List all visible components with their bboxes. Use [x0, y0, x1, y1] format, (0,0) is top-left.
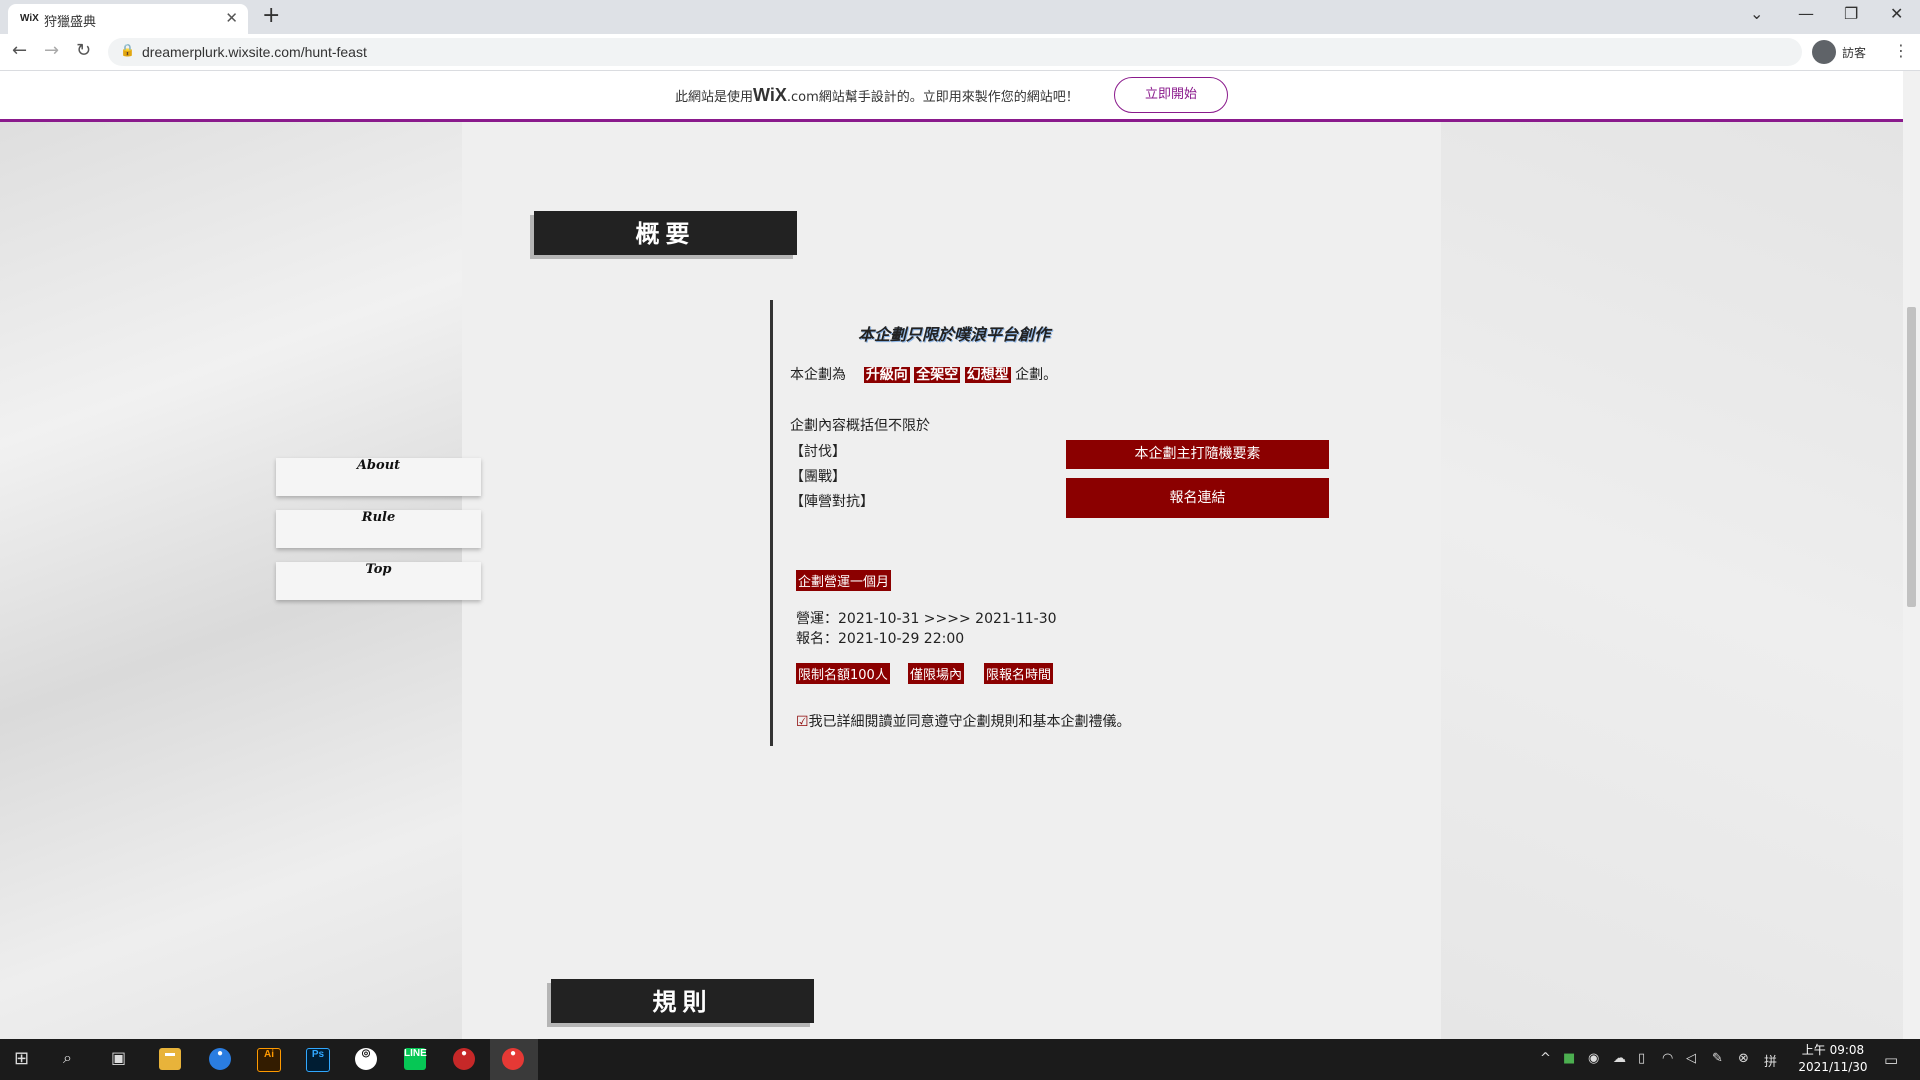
wix-brand-suffix: .com [786, 90, 819, 105]
platform-notice: 本企劃只限於噗浪平台創作 [858, 325, 1051, 344]
wix-text-suffix: 網站幫手設計的。立即用來製作您的網站吧！ [818, 90, 1079, 105]
lock-icon: 🔒 [120, 43, 135, 57]
scrollbar-thumb[interactable] [1907, 307, 1916, 607]
wifi-icon[interactable]: ◠ [1662, 1051, 1673, 1066]
clock-date: 2021/11/30 [1798, 1060, 1868, 1074]
tab-bar: WiX 狩獵盛典 ✕ + ⌄ — ❐ ✕ [0, 0, 1920, 34]
tab-search-icon[interactable]: ⌄ [1750, 4, 1763, 23]
browser-tab[interactable]: WiX 狩獵盛典 ✕ [8, 4, 248, 34]
intro-line: 本企劃為 升級向 全架空 幻想型 企劃。 [790, 364, 1057, 384]
wix-banner: 此網站是使用WiX.com網站幫手設計的。立即用來製作您的網站吧！ 立即開始 [0, 71, 1903, 122]
nav-about-button[interactable]: About [276, 458, 481, 496]
intro-tag: 升級向 [863, 367, 910, 383]
chrome-active-icon[interactable]: ● [502, 1048, 524, 1070]
ime-icon[interactable]: 拼 [1764, 1051, 1777, 1070]
reload-icon[interactable]: ↻ [76, 40, 91, 61]
file-explorer-icon[interactable]: ▬ [159, 1048, 181, 1070]
content-item: 【討伐】 [790, 444, 846, 460]
illustrator-icon[interactable]: Ai [257, 1048, 281, 1072]
close-window-icon[interactable]: ✕ [1890, 4, 1903, 23]
registration-time: 報名：2021-10-29 22:00 [796, 631, 965, 647]
close-tray-icon[interactable]: ⊗ [1738, 1051, 1749, 1066]
agreement-line: ☑我已詳細閱讀並同意遵守企劃規則和基本企劃禮儀。 [796, 711, 1131, 731]
profile-avatar[interactable] [1812, 40, 1836, 64]
address-bar[interactable]: 🔒 dreamerplurk.wixsite.com/hunt-feast [108, 38, 1802, 66]
forward-icon[interactable]: → [44, 40, 59, 61]
intro-tag: 全架空 [914, 367, 961, 383]
wix-start-button[interactable]: 立即開始 [1114, 77, 1228, 113]
agreement-text: 我已詳細閱讀並同意遵守企劃規則和基本企劃禮儀。 [808, 714, 1131, 730]
profile-name[interactable]: 訪客 [1842, 44, 1866, 61]
onedrive-icon[interactable]: ☁ [1613, 1051, 1626, 1066]
browser-toolbar: ← → ↻ 🔒 dreamerplurk.wixsite.com/hunt-fe… [0, 34, 1920, 71]
nav-rule-button[interactable]: Rule [276, 510, 481, 548]
overview-heading: 概要 [534, 211, 797, 255]
pen-icon[interactable]: ✎ [1712, 1051, 1723, 1066]
limit-tag: 限報名時間 [984, 663, 1054, 684]
new-tab-icon[interactable]: + [262, 3, 280, 28]
duration-tag: 企劃營運一個月 [796, 570, 892, 591]
signup-link-button[interactable]: 報名連結 [1066, 478, 1329, 518]
random-element-button[interactable]: 本企劃主打隨機要素 [1066, 440, 1329, 469]
task-view-icon[interactable]: ▣ [111, 1048, 126, 1067]
back-icon[interactable]: ← [12, 40, 27, 61]
content-item: 【團戰】 [790, 469, 846, 485]
content-divider [770, 300, 773, 746]
battery-icon[interactable]: ▯ [1638, 1051, 1645, 1066]
windows-start-icon[interactable]: ⊞ [14, 1048, 29, 1069]
content-column [462, 119, 1441, 1039]
intro-prefix: 本企劃為 [790, 367, 846, 383]
chrome-icon[interactable]: ● [453, 1048, 475, 1070]
nav-top-button[interactable]: Top [276, 562, 481, 600]
wix-favicon-icon: WiX [20, 13, 39, 24]
wix-text-prefix: 此網站是使用 [675, 90, 754, 105]
system-clock[interactable]: 上午 09:08 2021/11/30 [1790, 1042, 1876, 1076]
chrome-profile-icon[interactable]: ● [209, 1048, 231, 1070]
content-item: 【陣營對抗】 [790, 494, 874, 510]
minimize-icon[interactable]: — [1798, 4, 1814, 23]
marble-background-right [1441, 119, 1903, 1039]
intro-suffix: 企劃。 [1015, 367, 1058, 383]
line-icon[interactable]: LINE [404, 1048, 427, 1070]
tab-title: 狩獵盛典 [44, 15, 97, 30]
discord-tray-icon[interactable]: ◉ [1588, 1051, 1599, 1066]
wix-banner-text: 此網站是使用WiX.com網站幫手設計的。立即用來製作您的網站吧！ [675, 85, 1079, 106]
volume-icon[interactable]: ◁ [1686, 1051, 1696, 1066]
rules-heading: 規則 [551, 979, 814, 1023]
menu-icon[interactable]: ⋮ [1893, 41, 1909, 60]
restore-icon[interactable]: ❐ [1844, 4, 1858, 23]
app-icon[interactable]: ◎ [355, 1048, 377, 1070]
checkbox-icon[interactable]: ☑ [796, 714, 809, 730]
page-viewport: 此網站是使用WiX.com網站幫手設計的。立即用來製作您的網站吧！ 立即開始 概… [0, 71, 1903, 1039]
clock-time: 上午 09:08 [1801, 1043, 1865, 1057]
notification-icon[interactable]: ▭ [1884, 1051, 1898, 1069]
tab-close-icon[interactable]: ✕ [225, 9, 238, 27]
photoshop-icon[interactable]: Ps [306, 1048, 330, 1072]
operation-period: 營運：2021-10-31 >>>> 2021-11-30 [796, 611, 1057, 627]
content-heading: 企劃內容概括但不限於 [790, 418, 930, 434]
tray-chevron-icon[interactable]: ^ [1540, 1051, 1551, 1066]
line-tray-icon[interactable]: ■ [1563, 1051, 1575, 1066]
limit-tag: 限制名額100人 [796, 663, 890, 684]
limit-tag: 僅限場內 [908, 663, 965, 684]
page-scrollbar[interactable] [1903, 71, 1920, 1039]
windows-taskbar: ⊞ ⌕ ▣ ▬ ● Ai Ps ◎ LINE ● ● ^ ■ ◉ ☁ ▯ ◠ ◁… [0, 1039, 1920, 1080]
wix-logo: WiX [753, 85, 787, 105]
intro-tag: 幻想型 [964, 367, 1011, 383]
search-icon[interactable]: ⌕ [63, 1048, 72, 1068]
url-text: dreamerplurk.wixsite.com/hunt-feast [142, 44, 367, 60]
